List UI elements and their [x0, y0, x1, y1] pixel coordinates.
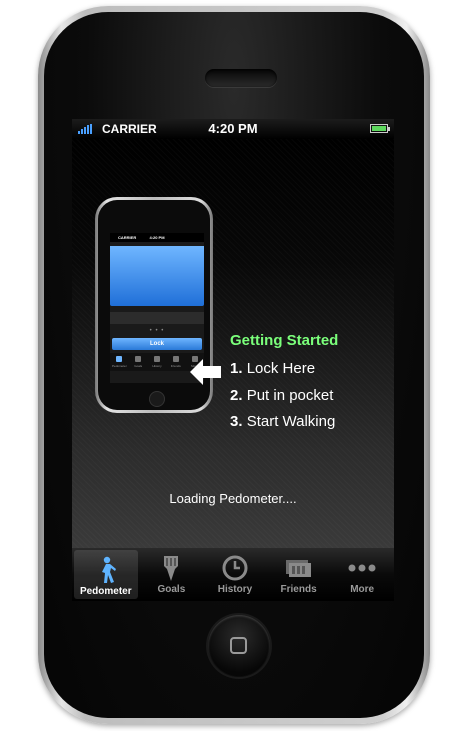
step-number: 1. [230, 360, 243, 377]
mini-display-panel [110, 246, 204, 306]
loading-message: Loading Pedometer.... [169, 491, 297, 506]
home-button[interactable] [208, 615, 270, 677]
status-time: 4:20 PM [208, 121, 258, 136]
step-item: 3. Start Walking [230, 413, 335, 430]
step-number: 3. [230, 413, 243, 430]
tab-history[interactable]: History [203, 548, 267, 601]
status-bar: CARRIER 4:20 PM [72, 119, 394, 139]
mini-gray-panel [110, 312, 204, 324]
tab-more[interactable]: More [330, 548, 394, 601]
tab-pedometer[interactable]: Pedometer [74, 550, 138, 599]
goals-icon [164, 556, 179, 581]
tab-label: Pedometer [79, 586, 132, 597]
mini-home-button [149, 391, 165, 407]
mini-tab: Goals [129, 353, 148, 371]
clock-icon [222, 555, 248, 581]
screen: CARRIER 4:20 PM CARRIER 4:20 PM • • • Lo… [72, 119, 394, 601]
tab-goals[interactable]: Goals [140, 548, 204, 601]
battery-icon [370, 124, 390, 133]
tab-label: Friends [280, 584, 317, 595]
tab-label: History [217, 584, 253, 595]
mini-page-dots: • • • [149, 328, 165, 334]
friends-icon [285, 560, 311, 577]
mini-tab: Friends [166, 353, 185, 371]
step-number: 2. [230, 387, 243, 404]
home-square-icon [230, 637, 247, 654]
step-text: Put in pocket [246, 387, 334, 404]
step-text: Start Walking [246, 413, 336, 430]
tab-label: Goals [157, 584, 186, 595]
earpiece-speaker [205, 69, 277, 87]
getting-started-title: Getting Started [230, 332, 339, 349]
arrow-left-icon [190, 359, 221, 385]
tab-bar: Pedometer Goals History Friends More [72, 548, 394, 601]
main-content: CARRIER 4:20 PM • • • Lock Pedometer Goa… [72, 139, 394, 548]
mini-time: 4:20 PM [149, 235, 165, 240]
more-icon [348, 564, 376, 572]
step-item: 1. Lock Here [230, 360, 315, 377]
mini-tab: Pedometer [110, 353, 129, 371]
tab-friends[interactable]: Friends [267, 548, 331, 601]
step-item: 2. Put in pocket [230, 387, 333, 404]
walker-icon [101, 556, 116, 583]
tab-label: More [350, 584, 375, 595]
mini-lock-button: Lock [112, 338, 202, 350]
mini-tab: History [148, 353, 167, 371]
step-text: Lock Here [246, 360, 316, 377]
